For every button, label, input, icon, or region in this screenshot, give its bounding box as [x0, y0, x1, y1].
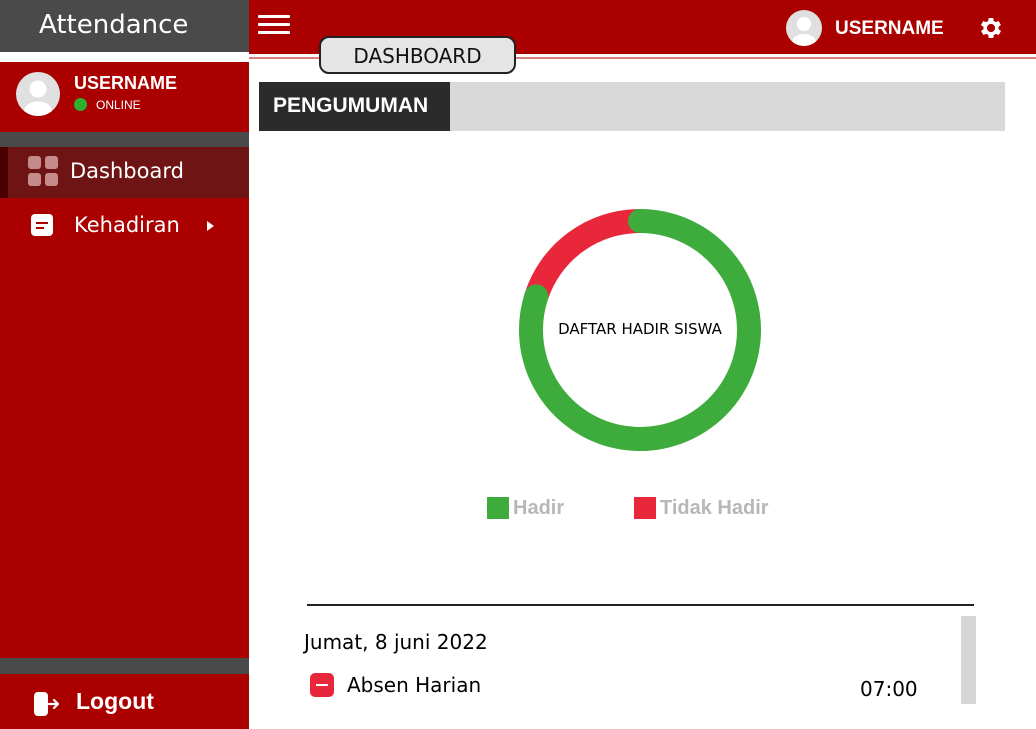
sidebar-item-dashboard[interactable]: Dashboard	[0, 147, 249, 198]
app-title: Attendance	[0, 0, 249, 52]
legend-swatch	[634, 497, 656, 519]
document-icon	[31, 214, 53, 236]
breadcrumb: DASHBOARD	[319, 36, 516, 74]
announcement-title: PENGUMUMAN	[259, 82, 450, 131]
sidebar-username: USERNAME	[74, 73, 178, 93]
sidebar: USERNAME ONLINE Dashboard Kehadiran Logo…	[0, 62, 249, 729]
donut-slice-tidak-hadir	[524, 209, 652, 309]
sidebar-avatar	[16, 72, 60, 116]
header-avatar[interactable]	[786, 10, 822, 46]
header-username[interactable]: USERNAME	[835, 18, 944, 40]
legend-label: Hadir	[513, 497, 565, 519]
announcement-bar: PENGUMUMAN	[259, 82, 1005, 131]
settings-gear-icon[interactable]	[977, 14, 1005, 42]
entry-date: Jumat, 8 juni 2022	[304, 630, 488, 654]
dashboard-grid-icon	[28, 156, 58, 186]
scrollbar[interactable]	[961, 616, 976, 704]
sidebar-item-label: Kehadiran	[74, 213, 180, 237]
logout-icon	[34, 692, 62, 716]
sidebar-item-kehadiran[interactable]: Kehadiran	[0, 202, 249, 250]
active-indicator	[0, 147, 8, 198]
submenu-arrow-icon	[207, 221, 214, 231]
user-icon	[792, 17, 816, 46]
entry-label[interactable]: Absen Harian	[347, 673, 481, 697]
online-status-dot	[74, 98, 87, 111]
entry-time: 07:00	[860, 677, 918, 701]
sidebar-item-label: Dashboard	[70, 159, 184, 183]
sidebar-divider	[0, 658, 249, 674]
online-status-label: ONLINE	[96, 98, 141, 112]
chart-center-label: DAFTAR HADIR SISWA	[558, 320, 722, 338]
logout-button[interactable]: Logout	[0, 674, 249, 729]
menu-toggle-button[interactable]	[258, 14, 290, 36]
legend-label: Tidak Hadir	[660, 497, 769, 519]
user-icon	[24, 80, 52, 116]
sidebar-divider	[0, 132, 249, 147]
section-divider	[307, 604, 974, 606]
logout-label: Logout	[76, 688, 154, 714]
attendance-card-icon	[310, 673, 334, 697]
legend-swatch	[487, 497, 509, 519]
